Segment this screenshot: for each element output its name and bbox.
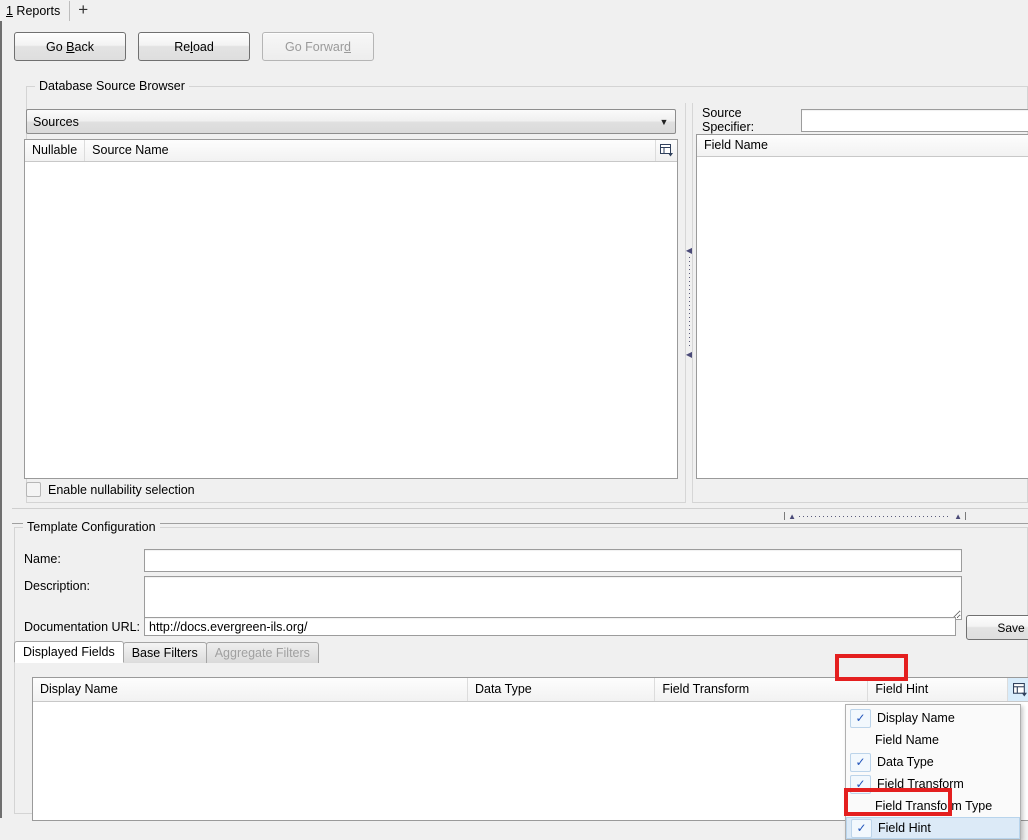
splitter-dots	[799, 516, 951, 517]
go-back-mnemonic: B	[66, 40, 74, 54]
database-source-browser-legend: Database Source Browser	[35, 79, 189, 93]
menu-item-field-hint[interactable]: ✓ Field Hint	[846, 817, 1020, 839]
horizontal-splitter-grip: ▲ ▲	[784, 512, 966, 521]
menu-item-label: Field Hint	[878, 821, 931, 835]
splitter-collapse-up-icon[interactable]: ▲	[788, 512, 796, 521]
table-column-chooser-glyph	[660, 144, 673, 157]
template-configuration-legend: Template Configuration	[23, 520, 160, 534]
go-forward-button: Go Forward	[262, 32, 374, 61]
check-icon-empty	[850, 798, 869, 815]
check-icon: ✓	[850, 775, 871, 794]
go-back-button[interactable]: Go Back	[14, 32, 126, 61]
go-back-label: Go	[46, 40, 66, 54]
tab-reports-label: Reports	[13, 4, 60, 18]
enable-nullability-label: Enable nullability selection	[48, 483, 195, 497]
sources-combobox-value: Sources	[27, 115, 653, 129]
table-column-chooser-glyph	[1013, 683, 1027, 697]
menu-item-label: Field Name	[875, 733, 939, 747]
menu-item-label: Data Type	[877, 755, 934, 769]
column-header-field-hint[interactable]: Field Hint	[868, 678, 1028, 701]
splitter-collapse-left-icon-2[interactable]: ◀	[686, 352, 692, 358]
menu-item-field-name[interactable]: Field Name	[846, 729, 1020, 751]
go-forward-label: Go Forwar	[285, 40, 344, 54]
menu-item-label: Display Name	[877, 711, 955, 725]
field-name-table[interactable]: Field Name	[696, 134, 1028, 479]
splitter-bar-left	[784, 512, 785, 520]
column-header-data-type[interactable]: Data Type	[468, 678, 655, 701]
menu-item-label: Field Transform	[877, 777, 964, 791]
documentation-url-label: Documentation URL:	[24, 620, 140, 634]
sources-table[interactable]: Nullable Source Name	[24, 139, 678, 479]
vertical-splitter[interactable]: ◀ ◀	[685, 103, 693, 503]
menu-item-data-type[interactable]: ✓ Data Type	[846, 751, 1020, 773]
splitter-collapse-up-icon-2[interactable]: ▲	[954, 512, 962, 521]
tab-base-filters[interactable]: Base Filters	[123, 642, 207, 663]
source-specifier-label: Source Specifier:	[702, 106, 793, 134]
check-icon: ✓	[850, 753, 871, 772]
check-icon: ✓	[850, 709, 871, 728]
browser-tab-strip: 1 Reports +	[0, 0, 1028, 22]
tab-reports[interactable]: 1 Reports	[0, 1, 70, 21]
menu-item-field-transform-type[interactable]: Field Transform Type	[846, 795, 1020, 817]
tab-aggregate-filters: Aggregate Filters	[206, 642, 319, 663]
splitter-grip	[689, 257, 690, 349]
field-name-table-header: Field Name	[697, 135, 1028, 157]
description-input[interactable]	[144, 576, 962, 620]
table-column-chooser-icon[interactable]	[1007, 678, 1028, 701]
application-window: Go Back Reload Go Forward Database Sourc…	[0, 21, 1028, 818]
horizontal-splitter[interactable]: ▲ ▲	[12, 508, 1028, 524]
chevron-down-icon: ▼	[653, 117, 675, 127]
new-tab-button[interactable]: +	[70, 1, 96, 21]
check-icon-empty	[850, 732, 869, 749]
go-forward-mnemonic: d	[344, 40, 351, 54]
column-header-source-name[interactable]: Source Name	[85, 140, 175, 161]
navigation-toolbar: Go Back Reload Go Forward	[14, 32, 374, 59]
save-button[interactable]: Save	[966, 615, 1028, 640]
enable-nullability-selection-row[interactable]: Enable nullability selection	[26, 482, 195, 497]
reload-button[interactable]: Reload	[138, 32, 250, 61]
menu-item-label: Field Transform Type	[875, 799, 992, 813]
template-tabs: Displayed Fields Base Filters Aggregate …	[14, 642, 318, 663]
sources-table-header: Nullable Source Name	[25, 140, 677, 162]
source-specifier-row: Source Specifier:	[702, 106, 1028, 134]
column-header-display-name[interactable]: Display Name	[33, 678, 468, 701]
column-header-field-name[interactable]: Field Name	[697, 135, 775, 156]
menu-item-display-name[interactable]: ✓ Display Name	[846, 707, 1020, 729]
name-input[interactable]	[144, 549, 962, 572]
source-specifier-input[interactable]	[801, 109, 1028, 132]
tab-reports-mnemonic: 1	[6, 4, 13, 18]
column-chooser-menu[interactable]: ✓ Display Name Field Name ✓ Data Type ✓ …	[845, 704, 1021, 840]
check-icon: ✓	[851, 819, 872, 838]
displayed-fields-table-header: Display Name Data Type Field Transform F…	[33, 678, 1028, 702]
name-label: Name:	[24, 552, 61, 566]
menu-item-field-transform[interactable]: ✓ Field Transform	[846, 773, 1020, 795]
tab-displayed-fields[interactable]: Displayed Fields	[14, 641, 124, 663]
description-label: Description:	[24, 579, 90, 593]
column-header-nullable[interactable]: Nullable	[25, 140, 85, 161]
sources-combobox[interactable]: Sources ▼	[26, 109, 676, 134]
column-header-field-transform[interactable]: Field Transform	[655, 678, 868, 701]
splitter-bar-right	[965, 512, 966, 520]
table-column-chooser-icon[interactable]	[655, 140, 677, 161]
enable-nullability-checkbox[interactable]	[26, 482, 41, 497]
documentation-url-input[interactable]: http://docs.evergreen-ils.org/	[144, 617, 956, 636]
splitter-collapse-left-icon[interactable]: ◀	[686, 248, 692, 254]
reload-label: Re	[174, 40, 190, 54]
